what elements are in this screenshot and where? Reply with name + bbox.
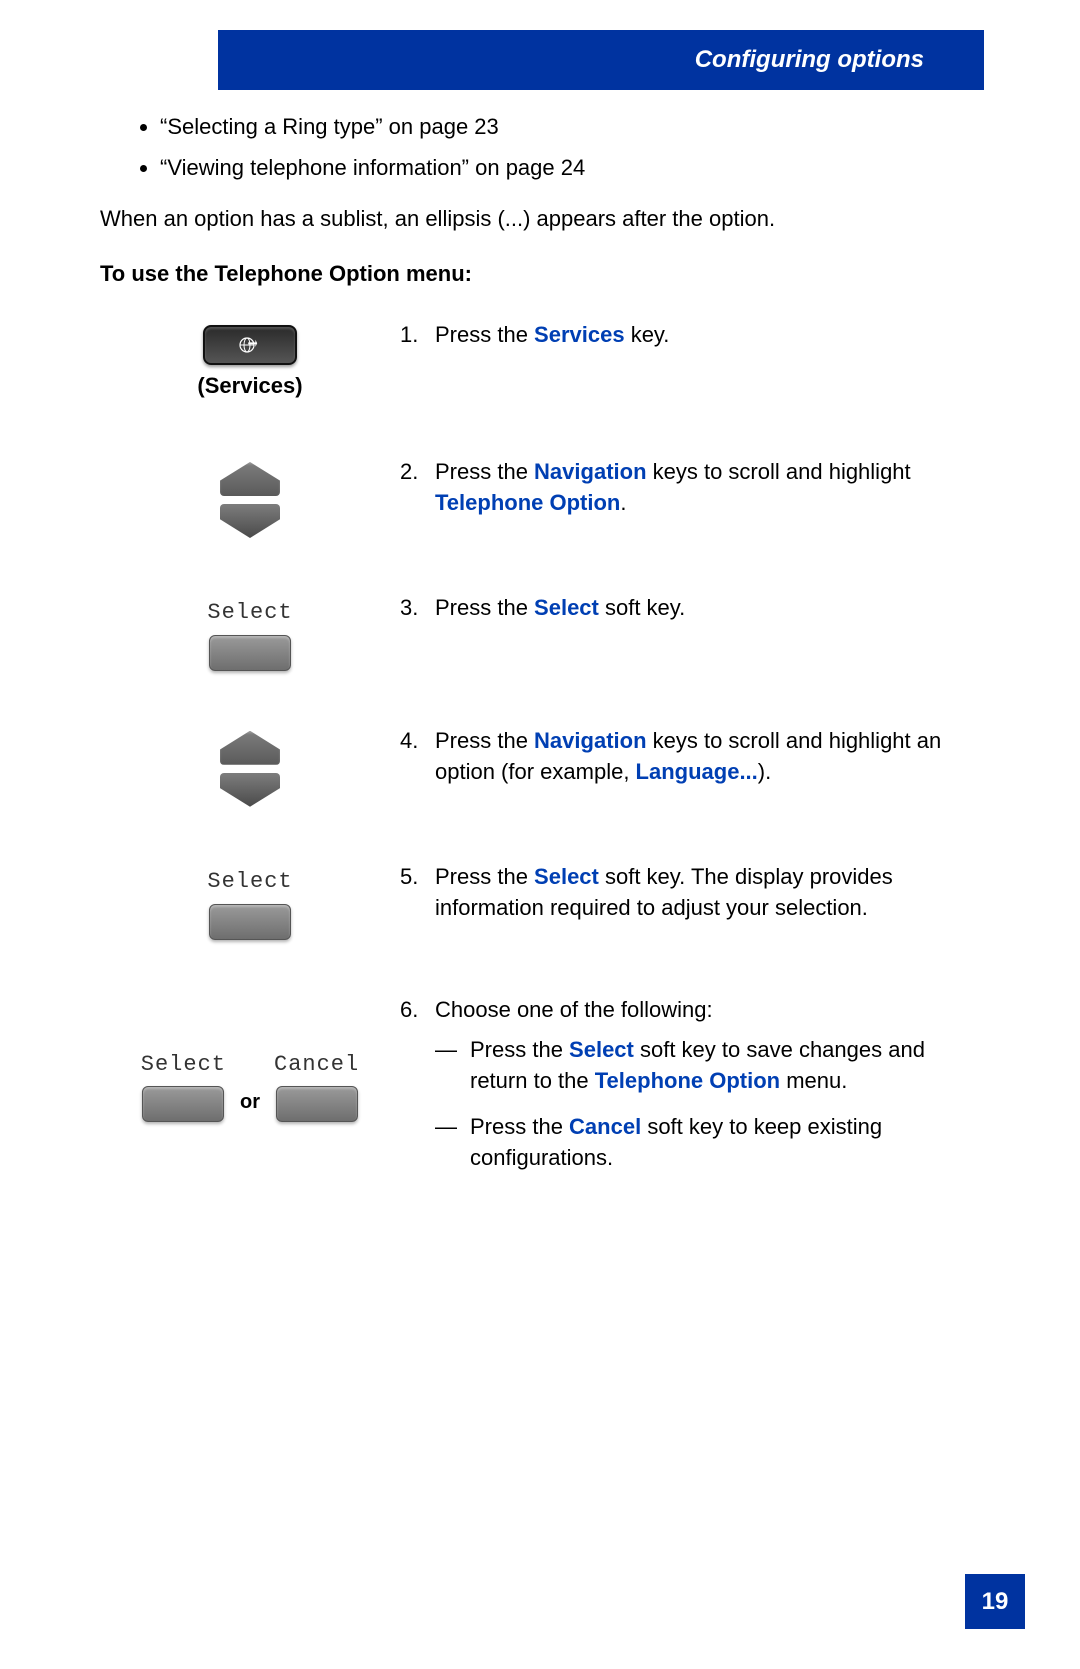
step-6a-kw1: Select xyxy=(569,1037,634,1062)
step-2-post: . xyxy=(620,490,626,515)
step-3: Select 3. Press the Select soft key. xyxy=(100,593,980,671)
step-6a-kw2: Telephone Option xyxy=(595,1068,780,1093)
step-5-body: Press the Select soft key. The display p… xyxy=(435,862,980,924)
softkey-button-icon-4 xyxy=(276,1086,358,1122)
intro-paragraph: When an option has a sublist, an ellipsi… xyxy=(100,204,980,235)
step-2-kw1: Navigation xyxy=(534,459,646,484)
cancel-softkey: Cancel xyxy=(274,1050,359,1123)
step-1-icon-col: (Services) xyxy=(100,320,400,402)
softkey-button-icon-2 xyxy=(209,904,291,940)
nav-down-icon-2 xyxy=(220,773,280,807)
step-6b-pre: Press the xyxy=(470,1114,569,1139)
nav-up-icon-2 xyxy=(220,731,280,765)
step-4-icon-col xyxy=(100,726,400,807)
step-6-options: — Press the Select soft key to save chan… xyxy=(435,1035,980,1173)
step-6a-post: menu. xyxy=(780,1068,847,1093)
step-5-text: 5. Press the Select soft key. The displa… xyxy=(400,862,980,924)
select-softkey-3: Select xyxy=(141,1050,226,1123)
step-4-pre: Press the xyxy=(435,728,534,753)
step-2-mid: keys to scroll and highlight xyxy=(647,459,911,484)
softkey-button-icon-3 xyxy=(142,1086,224,1122)
step-4: 4. Press the Navigation keys to scroll a… xyxy=(100,726,980,807)
body-content: “Selecting a Ring type” on page 23 “View… xyxy=(100,112,980,1209)
step-4-text: 4. Press the Navigation keys to scroll a… xyxy=(400,726,980,788)
navigation-keys-icon xyxy=(220,462,280,538)
step-6: Select or Cancel 6. Choose one of the fo… xyxy=(100,995,980,1189)
globe-arrow-icon xyxy=(236,335,264,355)
step-1: (Services) 1. Press the Services key. xyxy=(100,320,980,402)
header-title: Configuring options xyxy=(695,46,924,74)
step-6-text: 6. Choose one of the following: — Press … xyxy=(400,995,980,1189)
step-2-pre: Press the xyxy=(435,459,534,484)
step-5-num: 5. xyxy=(400,862,435,893)
step-1-num: 1. xyxy=(400,320,435,351)
steps-list: (Services) 1. Press the Services key. xyxy=(100,320,980,1188)
step-3-text: 3. Press the Select soft key. xyxy=(400,593,980,624)
step-1-kw: Services xyxy=(534,322,625,347)
step-6b-kw: Cancel xyxy=(569,1114,641,1139)
intro-bullets: “Selecting a Ring type” on page 23 “View… xyxy=(100,112,980,184)
step-2-num: 2. xyxy=(400,457,435,488)
step-3-body: Press the Select soft key. xyxy=(435,593,980,624)
nav-down-icon xyxy=(220,504,280,538)
step-5-icon-col: Select xyxy=(100,862,400,940)
intro-bullet-1: “Selecting a Ring type” on page 23 xyxy=(160,112,980,143)
step-3-post: soft key. xyxy=(599,595,685,620)
softkey-pair: Select or Cancel xyxy=(141,1050,359,1123)
step-2: 2. Press the Navigation keys to scroll a… xyxy=(100,457,980,538)
step-2-kw2: Telephone Option xyxy=(435,490,620,515)
step-2-icon-col xyxy=(100,457,400,538)
step-6a-pre: Press the xyxy=(470,1037,569,1062)
step-2-body: Press the Navigation keys to scroll and … xyxy=(435,457,980,519)
step-5-kw: Select xyxy=(534,864,599,889)
services-caption: (Services) xyxy=(197,371,302,402)
step-1-post: key. xyxy=(625,322,670,347)
step-3-icon-col: Select xyxy=(100,593,400,671)
select-softkey-label-3: Select xyxy=(141,1050,226,1081)
step-6-option-a: — Press the Select soft key to save chan… xyxy=(435,1035,980,1097)
step-4-kw1: Navigation xyxy=(534,728,646,753)
step-6-option-b: — Press the Cancel soft key to keep exis… xyxy=(435,1112,980,1174)
page-number: 19 xyxy=(965,1574,1025,1629)
select-softkey: Select xyxy=(207,598,292,671)
select-softkey-label-2: Select xyxy=(207,867,292,898)
services-key-icon xyxy=(203,325,297,365)
dash-b: — xyxy=(435,1112,470,1174)
nav-up-icon xyxy=(220,462,280,496)
step-5: Select 5. Press the Select soft key. The… xyxy=(100,862,980,940)
intro-bullet-2: “Viewing telephone information” on page … xyxy=(160,153,980,184)
or-label: or xyxy=(240,1088,260,1122)
step-3-num: 3. xyxy=(400,593,435,624)
step-3-kw: Select xyxy=(534,595,599,620)
navigation-keys-icon-2 xyxy=(220,731,280,807)
step-1-pre: Press the xyxy=(435,322,534,347)
step-4-num: 4. xyxy=(400,726,435,757)
step-6-intro: Choose one of the following: xyxy=(435,995,980,1026)
dash-a: — xyxy=(435,1035,470,1097)
step-3-pre: Press the xyxy=(435,595,534,620)
select-softkey-label: Select xyxy=(207,598,292,629)
step-4-kw2: Language... xyxy=(636,759,758,784)
header-bar: Configuring options xyxy=(218,30,984,90)
step-2-text: 2. Press the Navigation keys to scroll a… xyxy=(400,457,980,519)
step-6-body: Choose one of the following: — Press the… xyxy=(435,995,980,1189)
step-6-num: 6. xyxy=(400,995,435,1026)
step-5-pre: Press the xyxy=(435,864,534,889)
select-softkey-2: Select xyxy=(207,867,292,940)
intro-heading: To use the Telephone Option menu: xyxy=(100,259,980,290)
step-6-icon-col: Select or Cancel xyxy=(100,995,400,1123)
page: Configuring options “Selecting a Ring ty… xyxy=(0,0,1080,1669)
step-6b-body: Press the Cancel soft key to keep existi… xyxy=(470,1112,980,1174)
step-4-body: Press the Navigation keys to scroll and … xyxy=(435,726,980,788)
softkey-button-icon xyxy=(209,635,291,671)
cancel-softkey-label: Cancel xyxy=(274,1050,359,1081)
step-4-post: ). xyxy=(758,759,771,784)
step-1-text: 1. Press the Services key. xyxy=(400,320,980,351)
step-6a-body: Press the Select soft key to save change… xyxy=(470,1035,980,1097)
step-1-body: Press the Services key. xyxy=(435,320,980,351)
